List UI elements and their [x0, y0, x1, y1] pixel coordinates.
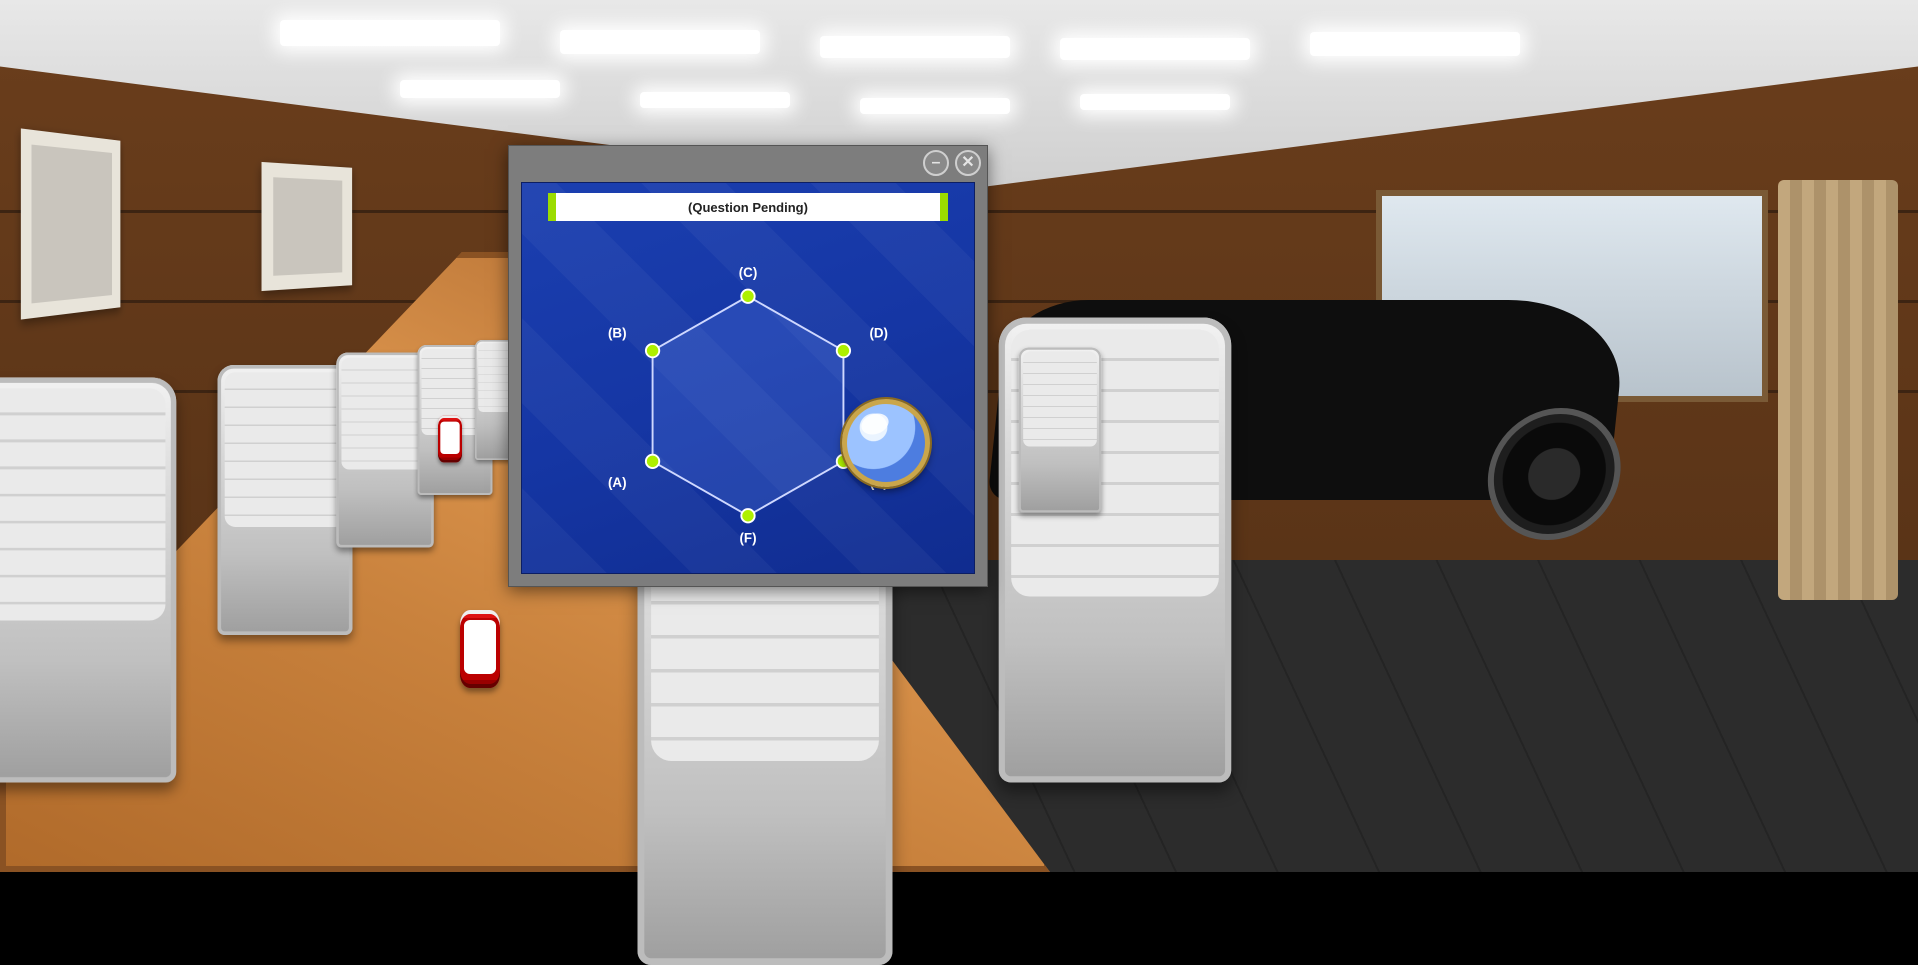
node-d[interactable] — [837, 344, 850, 357]
question-status-text: (Question Pending) — [688, 201, 808, 214]
soda-can-label: Coke — [464, 622, 496, 672]
hexagon-shape — [653, 296, 844, 515]
overlay-titlebar: – ✕ — [509, 146, 987, 180]
soda-can: Coke — [438, 416, 462, 463]
magnifier-lens[interactable] — [842, 399, 930, 487]
soda-can: Coke — [460, 610, 500, 688]
node-f[interactable] — [741, 509, 754, 522]
question-status-bar: (Question Pending) — [548, 193, 948, 221]
ceiling-light — [820, 36, 1010, 58]
office-chair — [1019, 348, 1102, 513]
office-chair — [0, 378, 176, 783]
close-button[interactable]: ✕ — [955, 150, 981, 176]
overlay-panel: (Question Pending) (C) (B) (D) (A) — [521, 182, 975, 574]
node-b-label: (B) — [608, 325, 627, 340]
wall-picture — [262, 162, 353, 291]
ceiling-light — [1310, 32, 1520, 56]
car-wheel — [1481, 408, 1627, 540]
node-a-label: (A) — [608, 475, 627, 490]
ceiling-light — [560, 30, 760, 54]
wall-picture — [21, 128, 121, 319]
close-icon: ✕ — [961, 155, 974, 171]
ceiling-light — [1080, 94, 1230, 110]
node-b[interactable] — [646, 344, 659, 357]
node-d-label: (D) — [869, 325, 888, 340]
node-c-label: (C) — [739, 265, 758, 280]
ceiling-light — [1060, 38, 1250, 60]
question-overlay-window: – ✕ (Question Pending) (C) (B) (D) — [508, 145, 988, 587]
office-chair — [218, 365, 353, 635]
ceiling-light — [400, 80, 560, 98]
minimize-icon: – — [932, 155, 941, 171]
ceiling-light — [280, 20, 500, 46]
hexagon-selector: (C) (B) (D) (A) (E) (F) — [522, 239, 974, 573]
node-a[interactable] — [646, 455, 659, 468]
node-f-label: (F) — [739, 530, 756, 545]
ceiling-light — [860, 98, 1010, 114]
ceiling-light — [640, 92, 790, 108]
soda-can-label: Coke — [440, 423, 459, 453]
curtain — [1778, 180, 1898, 600]
minimize-button[interactable]: – — [923, 150, 949, 176]
node-c[interactable] — [741, 290, 754, 303]
